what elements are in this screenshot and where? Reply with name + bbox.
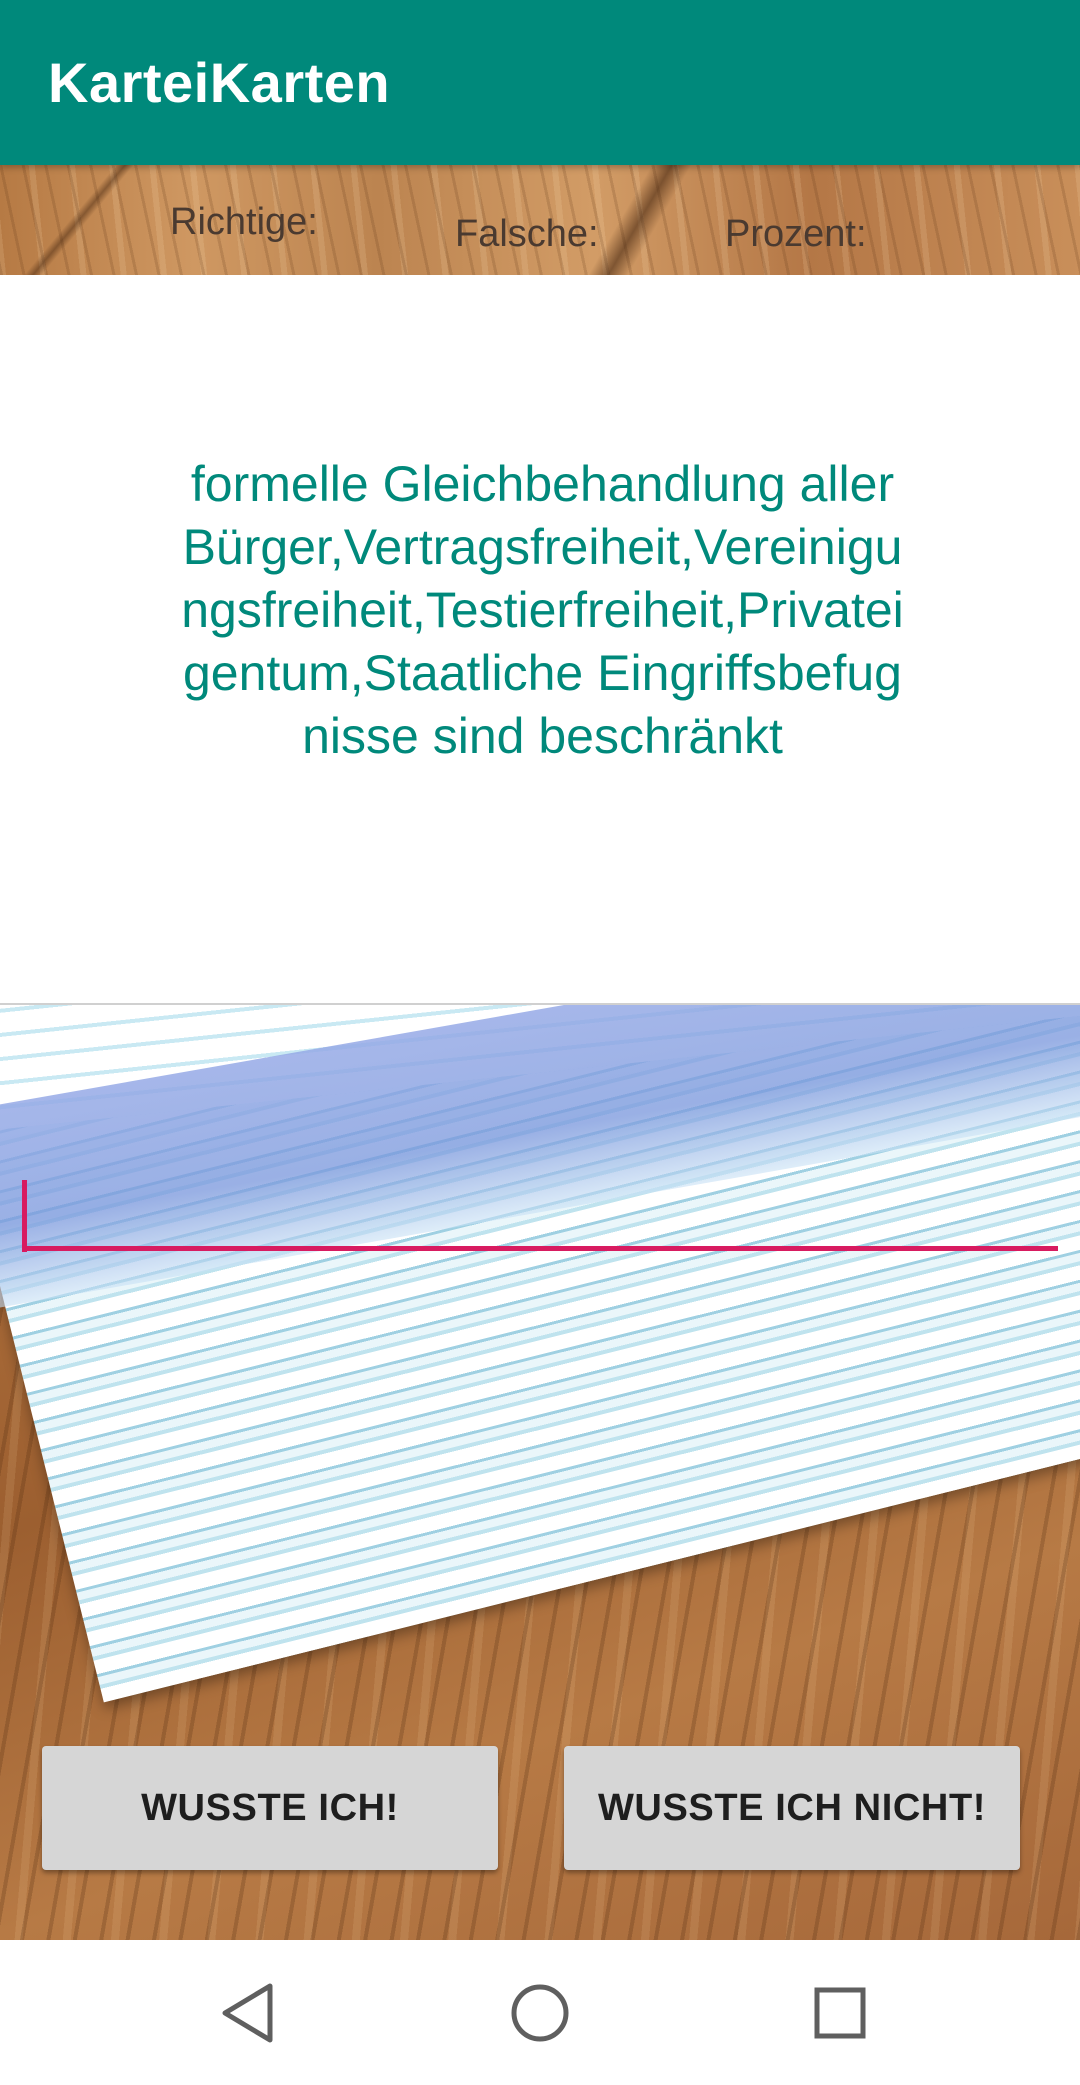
answer-input[interactable] [22,1165,1058,1251]
correct-count-label: Richtige: [170,201,318,243]
recent-apps-square-icon [814,1987,866,2038]
wood-grain [588,165,692,275]
percent-label: Prozent: [725,213,867,255]
app-root: KarteiKarten Richtige: Falsche: Prozent:… [0,0,1080,2085]
stats-bar: Richtige: Falsche: Prozent: [0,165,1080,275]
wood-grain [23,165,135,275]
question-card[interactable]: formelle Gleichbehandlung aller Bürger,V… [0,275,1080,1005]
app-bar: KarteiKarten [0,0,1080,165]
did-not-know-button[interactable]: WUSSTE ICH NICHT! [564,1746,1020,1870]
text-cursor [22,1180,27,1252]
home-circle-icon [511,1984,569,2041]
back-button[interactable] [168,1940,328,2085]
app-title: KarteiKarten [48,51,391,114]
knew-it-button[interactable]: WUSSTE ICH! [42,1746,498,1870]
wrong-count-label: Falsche: [455,213,599,255]
back-triangle-icon [222,1983,273,2042]
question-text: formelle Gleichbehandlung aller Bürger,V… [181,456,904,764]
recent-apps-button[interactable] [760,1940,920,2085]
home-button[interactable] [460,1940,620,2085]
system-navigation-bar [0,1940,1080,2085]
